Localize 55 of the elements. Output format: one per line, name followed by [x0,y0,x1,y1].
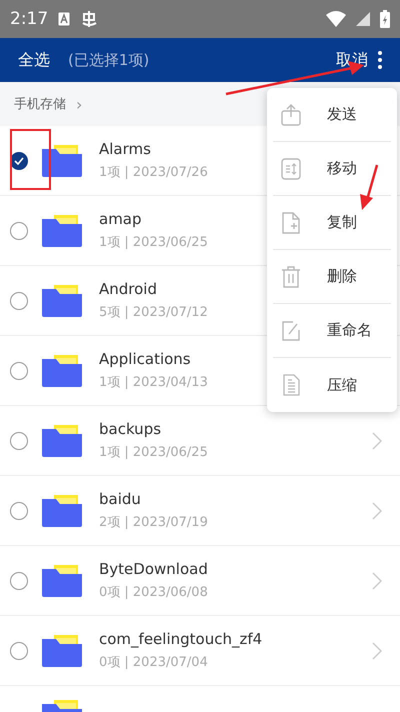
select-checkbox[interactable] [10,572,28,590]
folder-name: backups [99,420,162,438]
file-row[interactable]: baidu 2项 | 2023/07/19 [0,476,400,546]
select-checkbox[interactable] [10,362,28,380]
menu-item[interactable]: 重命名 [273,304,391,358]
select-all-button[interactable]: 全选 [18,50,50,70]
status-time: 2:17 [10,9,48,29]
select-checkbox[interactable] [10,222,28,240]
folder-details: 5项 | 2023/07/12 [99,304,208,321]
folder-details: 1项 | 2023/06/25 [99,234,208,251]
menu-item[interactable]: 移动 [273,142,391,196]
folder-icon [42,214,82,246]
menu-item[interactable]: 删除 [273,250,391,304]
signal-icon [356,12,370,26]
folder-name: Android [99,280,157,298]
select-checkbox[interactable] [10,292,28,310]
folder-name: baidu [99,490,141,508]
folder-icon [42,354,82,386]
folder-name: amap [99,210,142,228]
delete-icon [279,264,303,290]
selection-count: (已选择1项) [68,50,150,70]
annotation-arrow [360,164,378,210]
annotation-box [10,129,51,190]
select-checkbox[interactable] [10,642,28,660]
folder-icon [42,634,82,666]
breadcrumb-item[interactable]: 手机存储 [14,95,66,113]
folder-details: 1项 | 2023/06/25 [99,444,208,461]
wifi-icon [326,11,346,27]
file-row[interactable]: com_feelingtouch_zf4 0项 | 2023/07/04 [0,616,400,686]
folder-details: 2项 | 2023/07/19 [99,514,208,531]
folder-details: 0项 | 2023/07/04 [99,654,208,671]
folder-icon [42,424,82,456]
folder-icon [42,494,82,526]
folder-icon [42,284,82,316]
select-checkbox[interactable] [10,432,28,450]
check-icon [14,156,24,164]
folder-icon [42,564,82,596]
folder-name: Alarms [99,140,151,158]
app-notification-icon [80,10,98,28]
folder-details: 1项 | 2023/04/13 [99,374,208,391]
select-checkbox[interactable] [10,502,28,520]
folder-name: ByteDownload [99,560,208,578]
more-options-icon[interactable] [378,51,382,69]
folder-details: 0项 | 2023/06/08 [99,584,208,601]
folder-name: com_feelingtouch_zf4 [99,630,262,648]
notification-icon [58,12,70,26]
folder-details: 1项 | 2023/07/26 [99,164,208,181]
move-icon [279,156,303,182]
folder-icon [42,144,82,176]
battery-icon [380,10,390,28]
send-icon [279,102,303,128]
menu-item[interactable]: 发送 [273,88,391,142]
file-row[interactable]: ByteDownload 0项 | 2023/06/08 [0,546,400,616]
folder-name: Applications [99,350,191,368]
breadcrumb-separator: › [76,94,82,114]
